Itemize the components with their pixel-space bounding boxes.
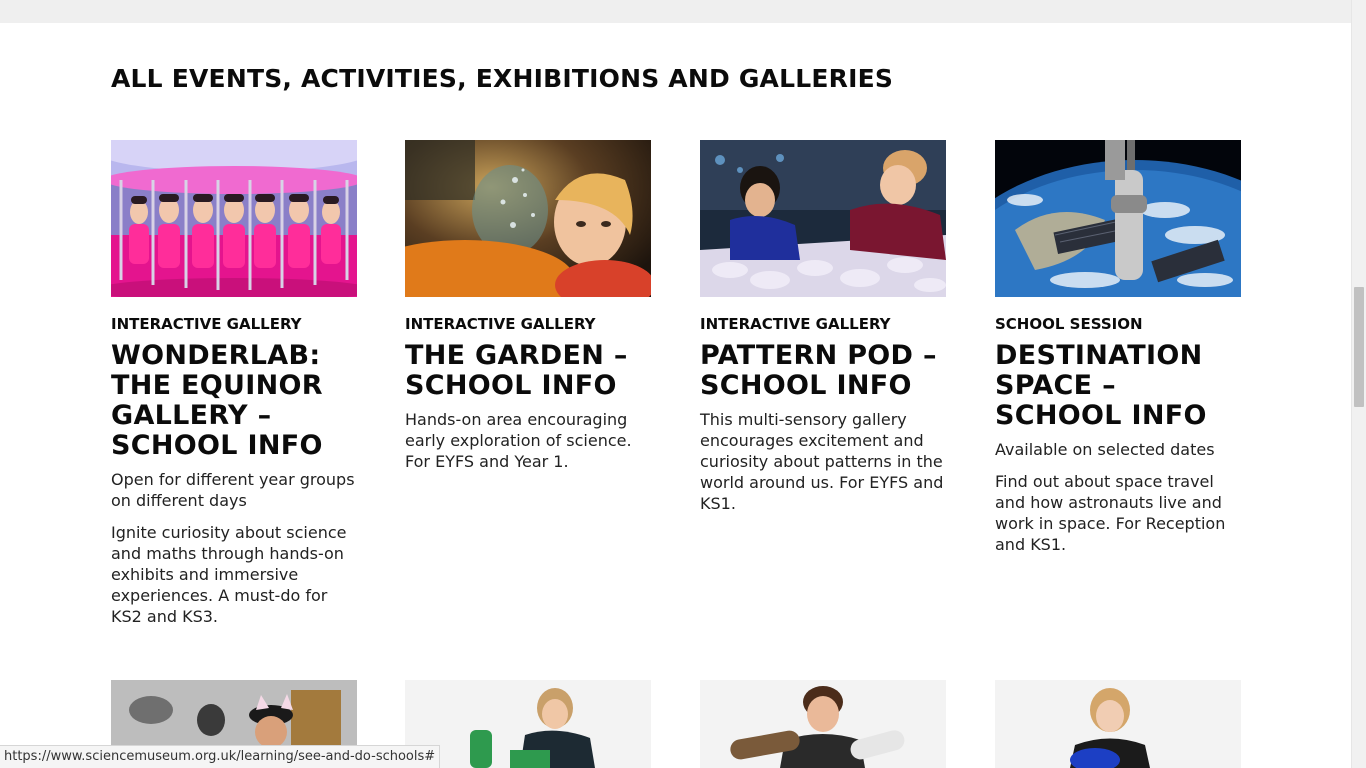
- card-wonderlab[interactable]: INTERACTIVE GALLERY WONDERLAB: THE EQUIN…: [111, 140, 357, 627]
- card-title[interactable]: PATTERN POD – SCHOOL INFO: [700, 341, 946, 401]
- card-description: Hands-on area encouraging early explorat…: [405, 410, 632, 471]
- card-description: Find out about space travel and how astr…: [995, 472, 1226, 554]
- card-destination-space[interactable]: SCHOOL SESSION DESTINATION SPACE – SCHOO…: [995, 140, 1241, 555]
- card-description: This multi-sensory gallery encourages ex…: [700, 410, 944, 513]
- card-title[interactable]: THE GARDEN – SCHOOL INFO: [405, 341, 651, 401]
- card-image-row2-2[interactable]: [405, 680, 651, 768]
- card-category: INTERACTIVE GALLERY: [405, 315, 596, 333]
- card-title[interactable]: DESTINATION SPACE – SCHOOL INFO: [995, 341, 1241, 431]
- card-image-row2-4[interactable]: [995, 680, 1241, 768]
- card-the-garden[interactable]: INTERACTIVE GALLERY THE GARDEN – SCHOOL …: [405, 140, 651, 472]
- card-title[interactable]: WONDERLAB: THE EQUINOR GALLERY – SCHOOL …: [111, 341, 357, 461]
- card-pattern-pod[interactable]: INTERACTIVE GALLERY PATTERN POD – SCHOOL…: [700, 140, 946, 514]
- card-description: Ignite curiosity about science and maths…: [111, 523, 347, 626]
- browser-top-strip: [0, 0, 1351, 23]
- browser-status-url: https://www.sciencemuseum.org.uk/learnin…: [0, 745, 441, 768]
- card-image-the-garden[interactable]: [405, 140, 651, 297]
- card-image-destination-space[interactable]: [995, 140, 1241, 297]
- scrollbar-thumb[interactable]: [1354, 287, 1364, 407]
- card-category: INTERACTIVE GALLERY: [111, 315, 302, 333]
- card-image-pattern-pod[interactable]: [700, 140, 946, 297]
- section-title: ALL EVENTS, ACTIVITIES, EXHIBITIONS AND …: [111, 64, 894, 93]
- vertical-scrollbar[interactable]: [1351, 0, 1366, 768]
- card-availability: Available on selected dates: [995, 440, 1215, 459]
- card-image-wonderlab[interactable]: [111, 140, 357, 297]
- card-availability: Open for different year groups on differ…: [111, 470, 355, 510]
- card-category: SCHOOL SESSION: [995, 315, 1143, 333]
- card-image-row2-3[interactable]: [700, 680, 946, 768]
- card-category: INTERACTIVE GALLERY: [700, 315, 891, 333]
